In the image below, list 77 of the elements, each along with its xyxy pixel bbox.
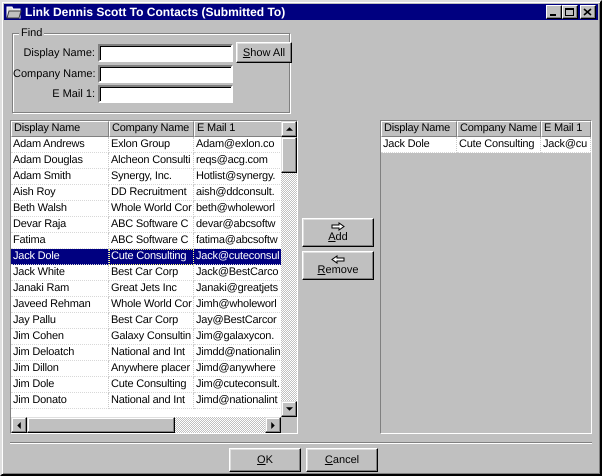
folder-icon bbox=[6, 4, 22, 20]
table-cell: Aish Roy bbox=[11, 185, 109, 201]
table-cell: Adam Douglas bbox=[11, 153, 109, 169]
scrollbar-corner bbox=[281, 417, 297, 433]
table-cell: Javeed Rehman bbox=[11, 297, 109, 313]
table-cell: Best Car Corp bbox=[109, 265, 194, 281]
table-cell: Devar Raja bbox=[11, 217, 109, 233]
table-cell: Jim Cohen bbox=[11, 329, 109, 345]
table-cell: DD Recruitment bbox=[109, 185, 194, 201]
column-header[interactable]: E Mail 1 bbox=[194, 121, 282, 137]
ok-button[interactable]: OK bbox=[229, 448, 301, 472]
right-arrow-icon bbox=[271, 422, 275, 428]
field-label: Display Name: bbox=[22, 46, 95, 58]
table-cell: Galaxy Consultin bbox=[109, 329, 194, 345]
table-cell: Jim Donato bbox=[11, 393, 109, 409]
down-arrow-icon bbox=[286, 407, 292, 411]
field-label: E Mail 1: bbox=[51, 88, 95, 100]
table-cell: Beth Walsh bbox=[11, 201, 109, 217]
scroll-up-button[interactable] bbox=[281, 121, 297, 137]
minimize-button[interactable] bbox=[546, 5, 562, 19]
left-arrow-icon bbox=[17, 422, 21, 428]
table-cell: Cute Consulting bbox=[109, 249, 194, 265]
table-cell: ABC Software C bbox=[109, 217, 194, 233]
remove-button[interactable]: Remove bbox=[302, 251, 374, 280]
minimize-icon bbox=[550, 14, 556, 16]
horizontal-scrollbar[interactable] bbox=[11, 417, 281, 433]
scroll-thumb[interactable] bbox=[27, 417, 175, 433]
column-header[interactable]: E Mail 1 bbox=[541, 121, 591, 137]
table-cell: Best Car Corp bbox=[109, 313, 194, 329]
input-field[interactable] bbox=[98, 85, 233, 103]
table-cell: Great Jets Inc bbox=[109, 281, 194, 297]
table-cell: Whole World Cor bbox=[109, 297, 194, 313]
show-all-button[interactable]: Show All bbox=[236, 42, 292, 63]
table-cell: National and Int bbox=[109, 345, 194, 361]
left-arrow-icon bbox=[331, 255, 345, 264]
table-cell: Jack White bbox=[11, 265, 109, 281]
table-cell: Exlon Group bbox=[109, 137, 194, 153]
field-label: Company Name: bbox=[13, 68, 95, 80]
table-cell: Jack@cu bbox=[541, 137, 591, 153]
vertical-scrollbar[interactable] bbox=[281, 121, 297, 417]
scroll-right-button[interactable] bbox=[265, 417, 281, 433]
input-field[interactable] bbox=[98, 65, 233, 83]
table-cell: Janaki Ram bbox=[11, 281, 109, 297]
selected-row[interactable]: Jack Dole Cute Consulting Jack@cuteconsul bbox=[11, 249, 282, 265]
up-arrow-icon bbox=[286, 127, 292, 131]
table-cell: Anywhere placer bbox=[109, 361, 194, 377]
table-cell: Jack Dole bbox=[11, 249, 109, 265]
table-cell: Alcheon Consulti bbox=[109, 153, 194, 169]
table-cell: Whole World Cor bbox=[109, 201, 194, 217]
cancel-button[interactable]: Cancel bbox=[306, 448, 378, 472]
maximize-button[interactable] bbox=[562, 5, 578, 19]
table-cell: Synergy, Inc. bbox=[109, 169, 194, 185]
add-button[interactable]: Add bbox=[302, 218, 374, 247]
input-field[interactable] bbox=[98, 44, 233, 62]
scroll-down-button[interactable] bbox=[281, 401, 297, 417]
right-arrow-icon bbox=[331, 222, 345, 231]
table-cell: Jim Deloatch bbox=[11, 345, 109, 361]
column-header[interactable]: Company Name bbox=[457, 121, 541, 137]
table-row[interactable]: Jack Dole Cute Consulting Jack@cu bbox=[381, 137, 591, 153]
table-cell: Cute Consulting bbox=[109, 377, 194, 393]
table-cell: Jack Dole bbox=[381, 137, 457, 153]
maximize-icon bbox=[565, 8, 575, 16]
table-cell: Jim Dole bbox=[11, 377, 109, 393]
close-icon bbox=[583, 8, 593, 16]
column-header[interactable]: Company Name bbox=[109, 121, 194, 137]
table-cell: Adam Smith bbox=[11, 169, 109, 185]
window-title: Link Dennis Scott To Contacts (Submitted To) bbox=[25, 5, 286, 19]
scroll-thumb[interactable] bbox=[281, 137, 297, 173]
close-button[interactable] bbox=[580, 5, 596, 19]
column-header[interactable]: Display Name bbox=[11, 121, 109, 137]
table-cell: Jay Pallu bbox=[11, 313, 109, 329]
scroll-left-button[interactable] bbox=[11, 417, 27, 433]
table-cell: Jim Dillon bbox=[11, 361, 109, 377]
table-cell: Cute Consulting bbox=[457, 137, 541, 153]
table-cell: National and Int bbox=[109, 393, 194, 409]
column-header[interactable]: Display Name bbox=[381, 121, 457, 137]
table-cell: Adam Andrews bbox=[11, 137, 109, 153]
